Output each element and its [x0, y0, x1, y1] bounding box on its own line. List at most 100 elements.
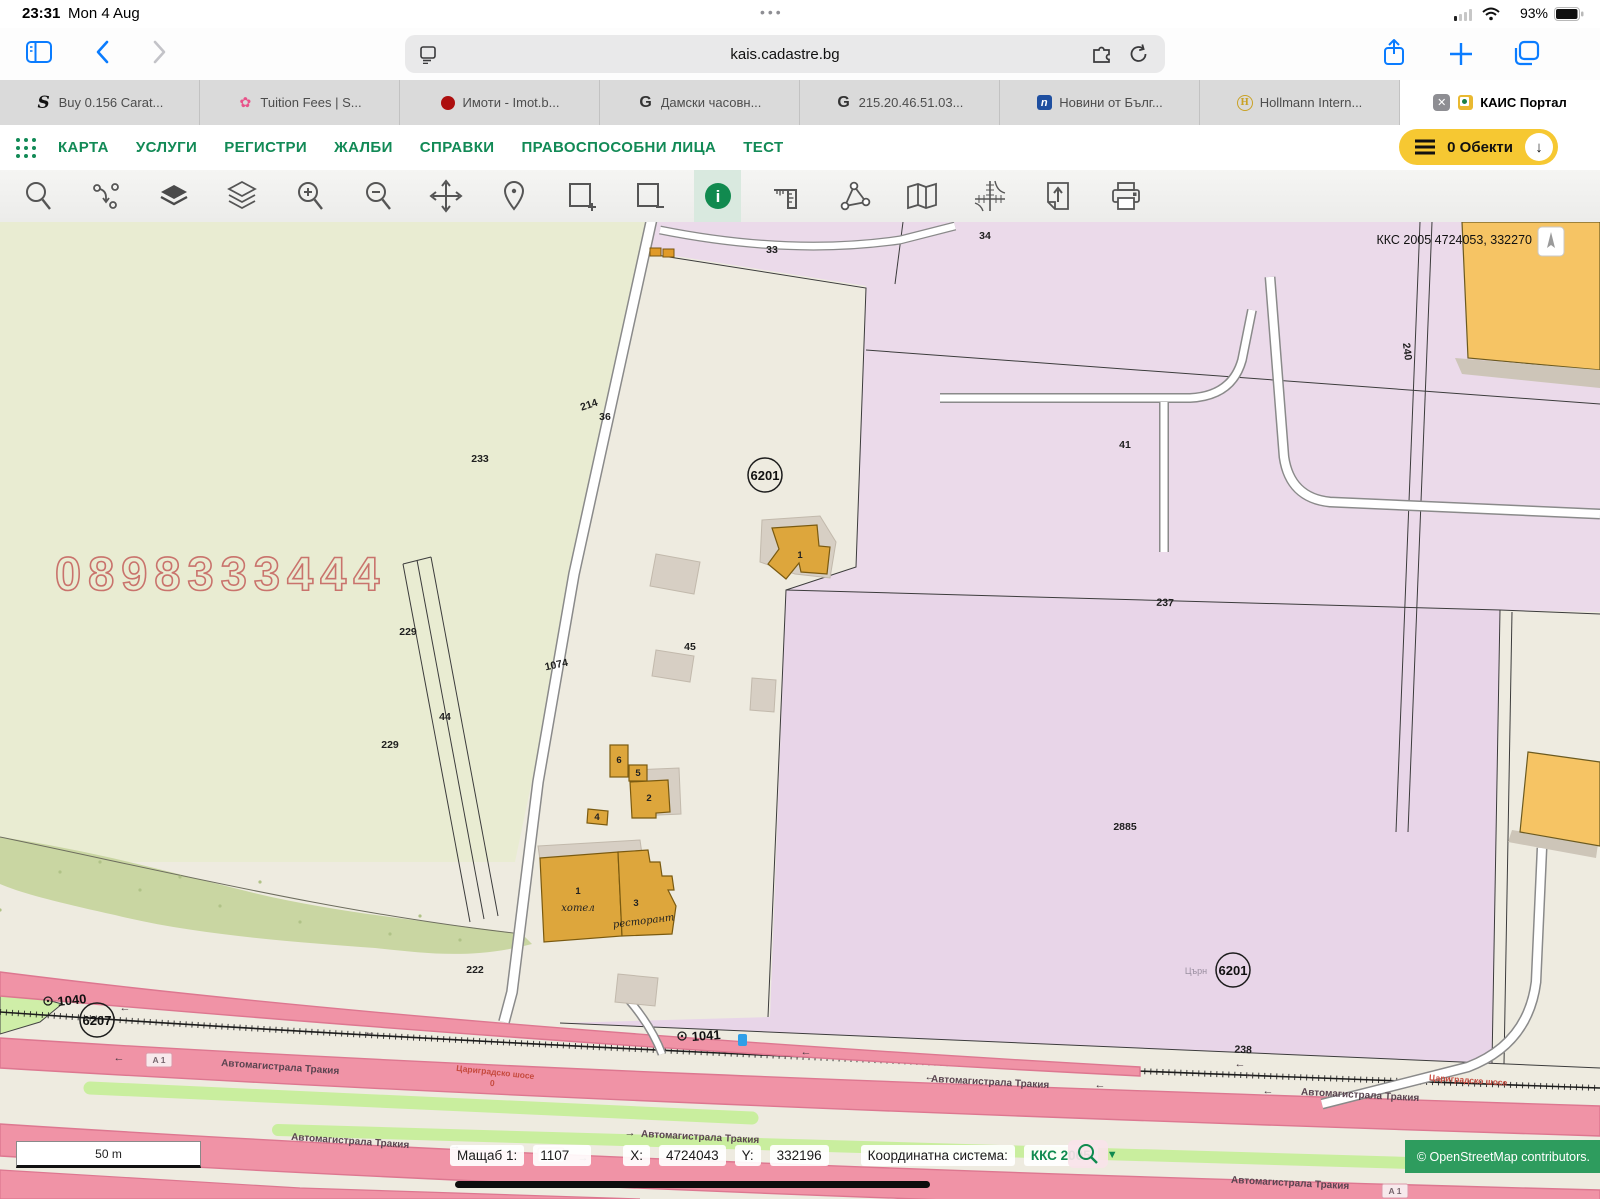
coords-readout: ККС 2005 4724053, 332270: [1376, 233, 1532, 247]
svg-text:6201: 6201: [751, 468, 780, 483]
hamburger-icon: [1415, 139, 1435, 155]
cellular-icon: [1454, 8, 1474, 26]
status-bar: 23:31 Mon 4 Aug ••• 93%: [0, 0, 1600, 28]
menu-registri[interactable]: РЕГИСТРИ: [224, 139, 307, 156]
search-icon[interactable]: [14, 170, 61, 222]
close-tab-icon[interactable]: ✕: [1433, 94, 1450, 111]
tab-novini[interactable]: n Новини от Бълг...: [1000, 80, 1200, 125]
building-orange-se[interactable]: [1520, 752, 1600, 846]
apps-grid-icon[interactable]: [14, 135, 40, 161]
route-select-icon[interactable]: [82, 170, 129, 222]
menu-spravki[interactable]: СПРАВКИ: [420, 139, 495, 156]
scale-bar: 50 m: [16, 1141, 201, 1168]
svg-text:Църн: Църн: [1185, 966, 1207, 976]
tab-buy-carat[interactable]: S Buy 0.156 Carat...: [0, 80, 200, 125]
map-sheet-icon[interactable]: [898, 170, 945, 222]
zoom-in-icon[interactable]: [286, 170, 333, 222]
measure-length-icon[interactable]: [762, 170, 809, 222]
menu-test[interactable]: ТЕСТ: [743, 139, 783, 156]
share-icon[interactable]: [1382, 38, 1406, 68]
download-arrow-icon[interactable]: ↓: [1525, 133, 1553, 161]
tab-damski[interactable]: G Дамски часовн...: [600, 80, 800, 125]
svg-text:41: 41: [1119, 439, 1131, 451]
svg-text:3: 3: [633, 898, 638, 909]
tab-ip-address[interactable]: G 215.20.46.51.03...: [800, 80, 1000, 125]
url-text: kais.cadastre.bg: [730, 46, 839, 63]
export-file-icon[interactable]: [1034, 170, 1081, 222]
svg-text:←: ←: [114, 1052, 125, 1064]
select-remove-icon[interactable]: [626, 170, 673, 222]
cadastre-map[interactable]: 233 229 44 229 214 36 1074 45 33 34 41 2…: [0, 222, 1600, 1199]
osm-text: © OpenStreetMap contributors.: [1417, 1150, 1590, 1164]
objects-button[interactable]: 0 Обекти ↓: [1399, 129, 1558, 165]
print-icon[interactable]: [1102, 170, 1149, 222]
battery-percent: 93%: [1520, 5, 1548, 21]
svg-text:233: 233: [471, 453, 489, 465]
tab-hollmann[interactable]: H Hollmann Intern...: [1200, 80, 1400, 125]
svg-text:44: 44: [439, 711, 451, 723]
x-value: 4724043: [659, 1145, 726, 1166]
x-label: X:: [623, 1145, 650, 1166]
map-search-button[interactable]: [1068, 1140, 1108, 1168]
menu-uslugi[interactable]: УСЛУГИ: [136, 139, 197, 156]
osm-attribution[interactable]: © OpenStreetMap contributors.: [1405, 1140, 1600, 1173]
sidebar-icon[interactable]: [26, 41, 52, 63]
measure-area-icon[interactable]: [830, 170, 877, 222]
map-canvas[interactable]: 233 229 44 229 214 36 1074 45 33 34 41 2…: [0, 222, 1600, 1199]
coordinates-grid-icon[interactable]: [966, 170, 1013, 222]
svg-text:хотел: хотел: [561, 903, 594, 914]
svg-text:36: 36: [599, 411, 611, 423]
objects-count-label: 0 Обекти: [1447, 139, 1513, 156]
menu-zhalbi[interactable]: ЖАЛБИ: [334, 139, 393, 156]
layers-filled-icon[interactable]: [150, 170, 197, 222]
svg-text:240: 240: [1400, 342, 1414, 361]
svg-text:A 1: A 1: [1389, 1186, 1402, 1196]
menu-pravosposobni[interactable]: ПРАВОСПОСОБНИ ЛИЦА: [521, 139, 716, 156]
scale-input[interactable]: 1107: [533, 1145, 591, 1166]
svg-text:6: 6: [616, 755, 621, 766]
watermark-phone: 0898333444: [55, 547, 386, 600]
select-add-icon[interactable]: [558, 170, 605, 222]
reload-icon[interactable]: [1129, 43, 1149, 65]
tab-imoti[interactable]: Имоти - Imot.b...: [400, 80, 600, 125]
svg-text:6207: 6207: [83, 1013, 112, 1028]
info-tool-icon[interactable]: i: [694, 170, 741, 222]
pan-icon[interactable]: [422, 170, 469, 222]
sothebys-s-icon: S: [36, 95, 52, 111]
extensions-icon[interactable]: [1091, 44, 1113, 64]
home-indicator[interactable]: [455, 1181, 930, 1188]
reader-icon[interactable]: [419, 44, 439, 64]
address-bar[interactable]: kais.cadastre.bg: [405, 35, 1165, 73]
svg-text:←: ←: [120, 1002, 131, 1014]
tabs-overview-icon[interactable]: [1512, 40, 1540, 66]
svg-text:4: 4: [594, 812, 600, 823]
multitask-dots: •••: [760, 4, 784, 20]
layers-stack-icon[interactable]: [218, 170, 265, 222]
menu-karta[interactable]: КАРТА: [58, 139, 109, 156]
map-status-bar: Мащаб 1: 1107 X: 4724043 Y: 332196 Коорд…: [450, 1142, 1118, 1168]
svg-text:1041: 1041: [691, 1027, 721, 1044]
n-blue-icon: n: [1036, 95, 1052, 111]
small-building: [663, 249, 674, 257]
svg-text:←: ←: [801, 1046, 812, 1058]
zoom-out-icon[interactable]: [354, 170, 401, 222]
location-pin-icon[interactable]: [490, 170, 537, 222]
new-tab-icon[interactable]: [1448, 41, 1474, 67]
svg-text:229: 229: [399, 626, 417, 638]
y-label: Y:: [735, 1145, 761, 1166]
svg-text:238: 238: [1234, 1044, 1252, 1057]
back-button[interactable]: [95, 40, 110, 64]
search-icon: [1077, 1143, 1099, 1165]
chevron-down-icon[interactable]: ▼: [1107, 1149, 1118, 1161]
wifi-icon: [1482, 7, 1500, 26]
svg-text:→: →: [625, 1127, 636, 1139]
svg-text:237: 237: [1156, 597, 1174, 610]
north-arrow-button[interactable]: [1538, 227, 1564, 256]
forward-button[interactable]: [152, 40, 167, 64]
svg-text:222: 222: [466, 964, 484, 976]
tab-kais-portal[interactable]: ✕ КАИС Портал: [1400, 80, 1600, 125]
map-toolbar: i: [0, 170, 1600, 223]
tab-tuition-fees[interactable]: ✿ Tuition Fees | S...: [200, 80, 400, 125]
pink-flower-icon: ✿: [237, 95, 253, 111]
svg-text:A 1: A 1: [153, 1055, 166, 1065]
